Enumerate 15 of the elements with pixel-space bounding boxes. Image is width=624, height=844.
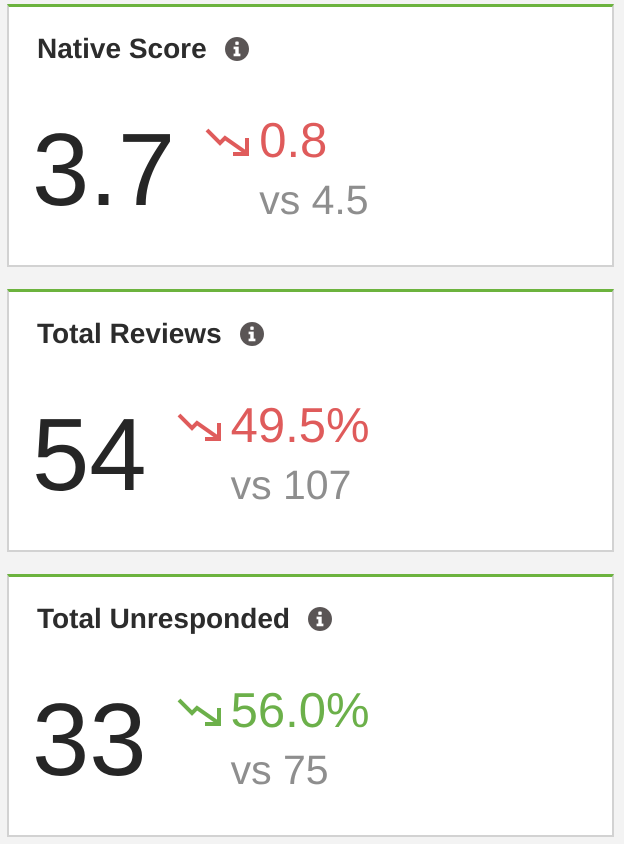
change-value: 0.8 bbox=[259, 117, 328, 166]
info-icon[interactable] bbox=[308, 607, 332, 631]
comparison-text: vs 75 bbox=[230, 750, 330, 791]
metric-value: 33 bbox=[32, 688, 147, 790]
card-title: Total Unresponded bbox=[37, 603, 290, 635]
metric-value: 3.7 bbox=[32, 118, 176, 220]
metric-value: 54 bbox=[32, 402, 147, 506]
change-value: 56.0% bbox=[230, 687, 370, 736]
card-title: Total Reviews bbox=[37, 318, 222, 350]
info-icon[interactable] bbox=[224, 37, 249, 61]
change-value: 49.5% bbox=[230, 402, 370, 451]
info-icon[interactable] bbox=[240, 322, 264, 346]
comparison-text: vs 4.5 bbox=[259, 180, 369, 221]
comparison-text: vs 107 bbox=[230, 465, 352, 506]
card-title: Native Score bbox=[37, 33, 207, 65]
